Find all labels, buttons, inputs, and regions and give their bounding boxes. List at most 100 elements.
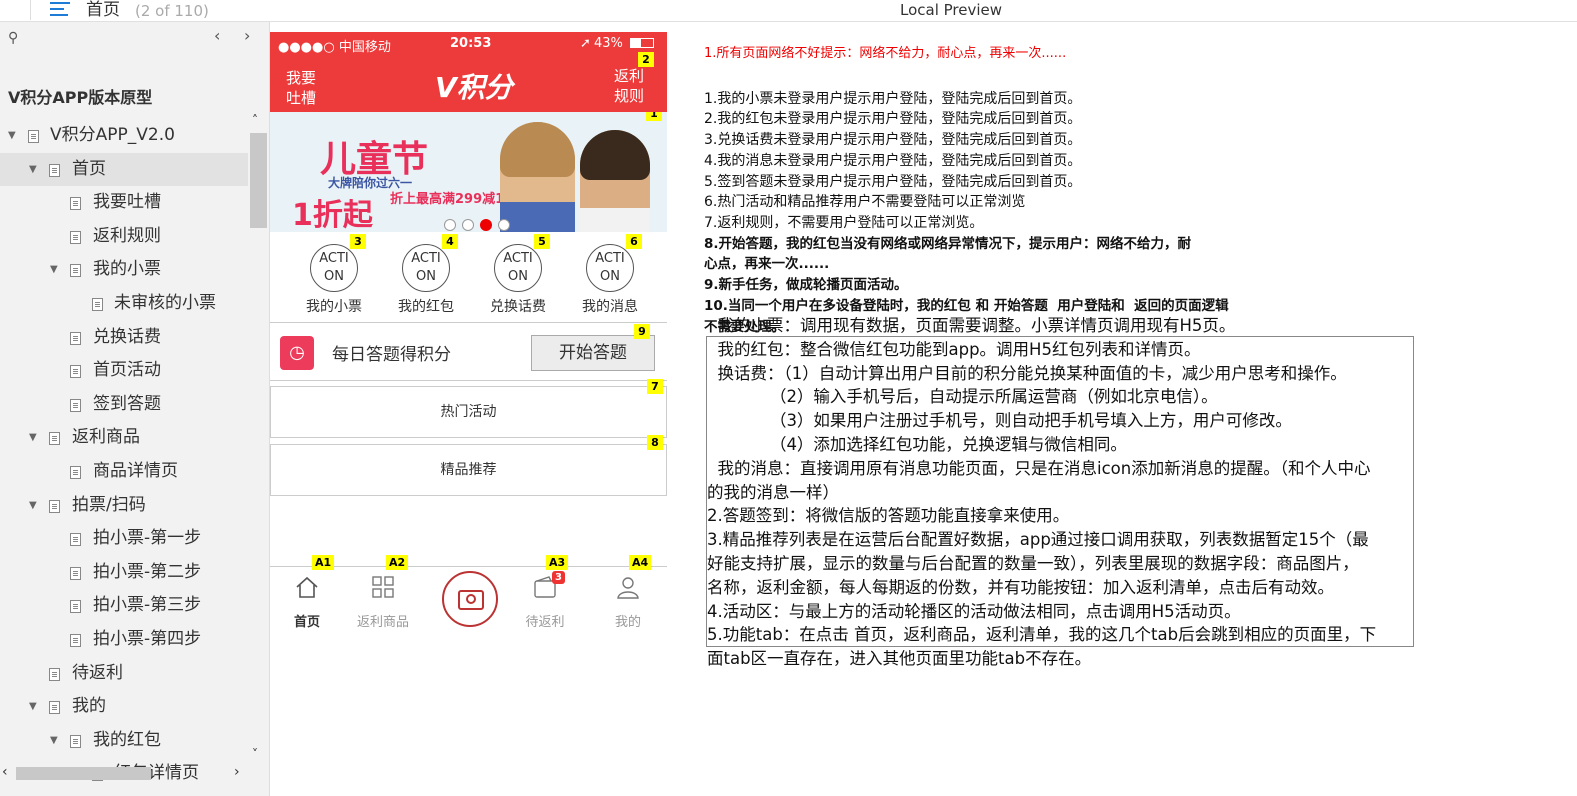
- expand-arrow-icon[interactable]: ▼: [29, 690, 37, 724]
- tree-item[interactable]: ▼ 我的红包: [0, 724, 248, 758]
- spec-line: 我的红包：整合微信红包功能到app。调用H5红包列表和详情页。: [707, 339, 1201, 359]
- tree-item[interactable]: ▼ 返利商品: [0, 421, 248, 455]
- tree-item[interactable]: 商品详情页: [0, 455, 248, 489]
- tree-item[interactable]: 待返利: [0, 657, 248, 691]
- daily-quiz-text: 每日答题得积分: [332, 345, 451, 365]
- note-line: 4.我的消息未登录用户提示用户登陆，登陆完成后回到首页。: [704, 152, 1082, 169]
- promo-banner[interactable]: 1 儿童节 大牌陪你过六一 1折起 折上最高满299减100: [270, 112, 667, 232]
- tree-item[interactable]: 返利规则: [0, 220, 248, 254]
- rebate-rules-link[interactable]: 返利规则: [614, 66, 656, 106]
- page-icon: [70, 566, 81, 580]
- scrollbar-thumb[interactable]: [250, 133, 267, 228]
- sidebar: ⚲ ‹ › V积分APP版本原型 ▼ V积分APP_V2.0 ▼ 首页 我要吐槽 返利规则…: [0, 22, 270, 796]
- expand-arrow-icon[interactable]: ▼: [50, 724, 58, 758]
- scrollbar-thumb[interactable]: [16, 767, 151, 780]
- count-badge: 3: [552, 571, 565, 584]
- chevron-left-icon[interactable]: ‹: [214, 26, 220, 45]
- menu-icon[interactable]: [50, 2, 70, 18]
- tree-item-label: 首页活动: [93, 360, 161, 381]
- top-bar: 首页 (2 of 110) Local Preview: [0, 0, 1577, 22]
- tree-item-label: 我的小票: [93, 259, 161, 280]
- page-icon: [28, 130, 39, 143]
- battery-icon: [630, 38, 654, 48]
- tree-item[interactable]: 兑换话费: [0, 321, 248, 355]
- window-title: Local Preview: [900, 1, 1003, 19]
- action-icon: ACTI ON: [586, 244, 634, 292]
- banner-subtitle: 大牌陪你过六一: [328, 176, 413, 190]
- page-icon: [70, 600, 81, 614]
- action-label: 我的消息: [582, 299, 638, 315]
- spec-line: 我的消息：直接调用原有消息功能页面，只是在消息icon添加新消息的提醒。（和个人…: [707, 458, 1371, 478]
- tree-item[interactable]: ▼ 我的小票: [0, 253, 248, 287]
- tree-item[interactable]: 拍小票-第四步: [0, 623, 248, 657]
- tree-item[interactable]: 首页活动: [0, 354, 248, 388]
- app-logo: V积分: [435, 71, 513, 104]
- camera-button[interactable]: [442, 571, 498, 627]
- note-line: 3.兑换话费未登录用户提示用户登陆，登陆完成后回到首页。: [704, 132, 1082, 149]
- status-time: 20:53: [450, 36, 492, 51]
- expand-arrow-icon[interactable]: ▼: [29, 153, 37, 187]
- clock-icon: ◷: [280, 336, 314, 370]
- chevron-left-icon[interactable]: ‹: [2, 764, 8, 780]
- featured-label: 精品推荐: [440, 462, 497, 478]
- hot-activities[interactable]: 热门活动 7: [270, 379, 667, 438]
- tab-label: 返利商品: [356, 615, 409, 630]
- tree-item[interactable]: 签到答题: [0, 388, 248, 422]
- tree-item-label: 我的红包: [93, 729, 161, 750]
- note-line: 7.返利规则，不需要用户登陆可以正常浏览。: [704, 214, 984, 231]
- tree-item[interactable]: ▼ 我的: [0, 690, 248, 724]
- page-icon: [70, 734, 81, 748]
- note-line: 6.热门活动和精品推荐用户不需要登陆可以正常浏览: [704, 194, 1026, 211]
- chevron-right-icon[interactable]: ›: [234, 764, 240, 780]
- annotation-badge: 8: [647, 435, 663, 450]
- user-icon: [617, 577, 639, 599]
- expand-arrow-icon[interactable]: ▼: [50, 253, 58, 287]
- action-icon: ACTI ON: [402, 244, 450, 292]
- vertical-scrollbar[interactable]: ˄ ˅: [249, 113, 268, 773]
- page-tree: ▼ V积分APP_V2.0 ▼ 首页 我要吐槽 返利规则 ▼ 我的小票 未审核的小票 兑换话费 首页…: [0, 119, 248, 791]
- featured-recommend[interactable]: 精品推荐 8: [270, 435, 667, 496]
- chevron-up-icon[interactable]: ˄: [252, 113, 258, 127]
- daily-quiz-row: ◷ 每日答题得积分 开始答题 9: [270, 324, 667, 381]
- expand-arrow-icon[interactable]: ▼: [8, 119, 16, 153]
- tree-item-label: 拍小票-第三步: [93, 595, 202, 616]
- note-line: 2.我的红包未登录用户提示用户登陆，登陆完成后回到首页。: [704, 111, 1082, 128]
- tree-item[interactable]: 未审核的小票: [0, 287, 248, 321]
- chevron-right-icon[interactable]: ›: [244, 26, 250, 45]
- spec-line: （2）输入手机号后，自动提示所属运营商（例如北京电信）。: [707, 387, 1218, 407]
- action-icon: ACTI ON: [494, 244, 542, 292]
- tree-item[interactable]: ▼ V积分APP_V2.0: [0, 119, 248, 153]
- spec-line: （4）添加选择红包功能，兑换逻辑与微信相同。: [707, 434, 1127, 454]
- spec-line: 名称，返利金额，每人每期返的份数，并有功能按钮：加入返利清单，点击后有动效。: [707, 577, 1334, 597]
- tree-item[interactable]: ▼ 拍票/扫码: [0, 489, 248, 523]
- tree-item-label: 未审核的小票: [114, 292, 216, 313]
- nav-bar: 我要吐槽 V积分 返利规则 2: [270, 52, 667, 112]
- kid-image: [580, 130, 650, 232]
- chevron-down-icon[interactable]: ˅: [252, 747, 258, 761]
- banner-discount: 1折起: [292, 198, 373, 232]
- page-icon: [49, 163, 60, 177]
- horizontal-scrollbar[interactable]: ‹ ›: [0, 764, 248, 784]
- expand-arrow-icon[interactable]: ▼: [29, 421, 37, 455]
- search-icon[interactable]: ⚲: [8, 30, 18, 46]
- tree-item[interactable]: 拍小票-第二步: [0, 556, 248, 590]
- tree-item[interactable]: ▼ 首页: [0, 152, 248, 187]
- tree-item-label: 返利商品: [72, 427, 140, 448]
- tab-label: 首页: [293, 615, 320, 630]
- annotation-badge: 1: [646, 112, 662, 121]
- expand-arrow-icon[interactable]: ▼: [29, 489, 37, 523]
- status-bar: ●●●●○ 中国移动 20:53 ➚ 43%: [270, 32, 667, 56]
- complain-link[interactable]: 我要吐槽: [280, 68, 322, 108]
- start-quiz-button[interactable]: 开始答题: [531, 335, 655, 371]
- page-icon: [49, 499, 60, 513]
- tree-item[interactable]: 我要吐槽: [0, 186, 248, 220]
- tree-item[interactable]: 拍小票-第三步: [0, 589, 248, 623]
- tab-label: 我的: [614, 615, 641, 630]
- tree-item-label: 拍小票-第四步: [93, 628, 202, 649]
- tree-item-label: 拍票/扫码: [72, 494, 146, 515]
- tab-label: 待返利: [525, 615, 565, 630]
- page-icon: [70, 365, 81, 379]
- login-notes: 1.我的小票未登录用户提示用户登陆，登陆完成后回到首页。 2.我的红包未登录用户提…: [704, 89, 1564, 234]
- tree-item[interactable]: 拍小票-第一步: [0, 522, 248, 556]
- carousel-dots[interactable]: [444, 216, 516, 232]
